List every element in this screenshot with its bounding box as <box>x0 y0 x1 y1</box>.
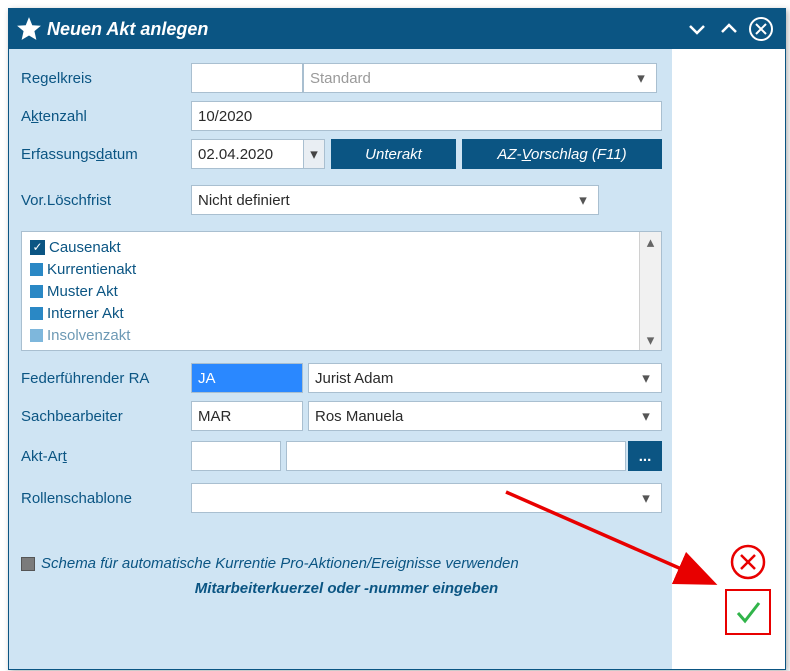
label-erfdatum: Erfassungsdatum <box>21 146 191 163</box>
label-rollenschablone: Rollenschablone <box>21 490 191 507</box>
chevron-down-icon: ▾ <box>637 366 655 390</box>
sachbearbeiter-select-value: Ros Manuela <box>315 408 403 425</box>
list-item[interactable]: Kurrentienakt <box>30 258 631 280</box>
regelkreis-select[interactable]: Standard ▾ <box>303 63 657 93</box>
aktart-browse-button[interactable]: ... <box>628 441 662 471</box>
list-item[interactable]: Insolvenzakt <box>30 324 631 346</box>
loeschfrist-select-value: Nicht definiert <box>198 192 290 209</box>
aktart-code-input[interactable] <box>191 441 281 471</box>
checkbox-icon[interactable]: ✓ <box>30 240 45 255</box>
erfdatum-input[interactable] <box>191 139 304 169</box>
label-federfuehrender-ra: Federführender RA <box>21 370 191 387</box>
aktart-value-input[interactable] <box>286 441 626 471</box>
listbox-items: ✓ Causenakt Kurrentienakt Muster Akt Int… <box>22 232 639 350</box>
confirm-button[interactable] <box>725 589 771 635</box>
az-vorschlag-button[interactable]: AZ-Vorschlag (F11) <box>462 139 662 169</box>
sachbearbeiter-code-input[interactable] <box>191 401 303 431</box>
label-loeschfrist: Vor.Löschfrist <box>21 192 191 209</box>
collapse-up-button[interactable] <box>715 15 743 43</box>
checkbox-icon[interactable] <box>21 557 35 571</box>
bullet-icon <box>30 329 43 342</box>
window-title: Neuen Akt anlegen <box>47 19 683 40</box>
titlebar: Neuen Akt anlegen <box>9 9 785 49</box>
close-button[interactable] <box>747 15 775 43</box>
regelkreis-select-value: Standard <box>310 70 371 87</box>
schema-checkbox-row[interactable]: Schema für automatische Kurrentie Pro-Ak… <box>21 555 672 572</box>
date-picker-toggle[interactable]: ▾ <box>303 139 325 169</box>
regelkreis-code-input[interactable] <box>191 63 303 93</box>
label-akt-art: Akt-Art <box>21 448 191 465</box>
ra-select[interactable]: Jurist Adam ▾ <box>308 363 662 393</box>
chevron-down-icon: ▾ <box>637 404 655 428</box>
scroll-down-icon[interactable]: ▾ <box>640 330 661 350</box>
schema-label: Schema für automatische Kurrentie Pro-Ak… <box>41 555 519 572</box>
side-pane <box>672 49 785 669</box>
cancel-button[interactable] <box>725 539 771 585</box>
list-item[interactable]: Interner Akt <box>30 302 631 324</box>
list-item[interactable]: Muster Akt <box>30 280 631 302</box>
label-regelkreis: Regelkreis <box>21 70 191 87</box>
listbox-scrollbar[interactable]: ▴ ▾ <box>639 232 661 350</box>
titlebar-actions <box>683 15 775 43</box>
chevron-down-icon: ▾ <box>632 66 650 90</box>
scroll-up-icon[interactable]: ▴ <box>640 232 661 252</box>
bullet-icon <box>30 285 43 298</box>
rollenschablone-select[interactable]: ▾ <box>191 483 662 513</box>
label-sachbearbeiter: Sachbearbeiter <box>21 408 191 425</box>
status-hint: Mitarbeiterkuerzel oder -nummer eingeben <box>21 580 672 597</box>
ra-select-value: Jurist Adam <box>315 370 393 387</box>
unterakt-button[interactable]: Unterakt <box>331 139 456 169</box>
bullet-icon <box>30 263 43 276</box>
aktenzahl-input[interactable] <box>191 101 662 131</box>
loeschfrist-select[interactable]: Nicht definiert ▾ <box>191 185 599 215</box>
form-pane: Regelkreis Standard ▾ Aktenzahl Erfassun… <box>9 49 672 669</box>
akt-type-listbox[interactable]: ✓ Causenakt Kurrentienakt Muster Akt Int… <box>21 231 662 351</box>
ra-code-input[interactable] <box>191 363 303 393</box>
list-item[interactable]: ✓ Causenakt <box>30 236 631 258</box>
chevron-down-icon: ▾ <box>637 486 655 510</box>
sachbearbeiter-select[interactable]: Ros Manuela ▾ <box>308 401 662 431</box>
label-aktenzahl: Aktenzahl <box>21 108 191 125</box>
chevron-down-icon: ▾ <box>574 188 592 212</box>
star-icon <box>15 15 43 43</box>
bullet-icon <box>30 307 43 320</box>
dialog-window: Neuen Akt anlegen Regelkreis Standard ▾ <box>8 8 786 670</box>
collapse-down-button[interactable] <box>683 15 711 43</box>
